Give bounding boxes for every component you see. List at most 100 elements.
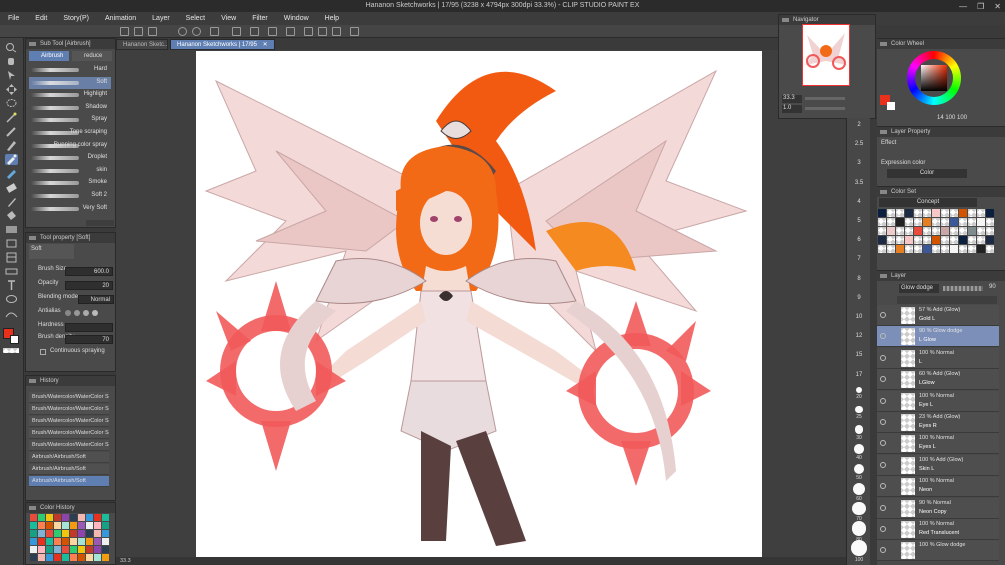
clear-icon[interactable] xyxy=(210,27,219,36)
brush-size-preset[interactable]: 10 xyxy=(847,314,871,320)
color-set-swatch[interactable] xyxy=(950,245,958,253)
eye-icon[interactable] xyxy=(880,461,886,468)
subtool-brush-item[interactable]: Highlight xyxy=(29,89,111,101)
sub-color-swatch[interactable] xyxy=(10,335,19,344)
ruler-tool-icon[interactable] xyxy=(5,266,18,277)
color-history-swatch[interactable] xyxy=(78,554,85,561)
color-history-swatch[interactable] xyxy=(54,538,61,545)
layer-row[interactable]: 100 % Normal L xyxy=(877,347,999,369)
color-set-swatch[interactable] xyxy=(968,209,976,217)
color-history-swatch[interactable] xyxy=(46,522,53,529)
color-set-swatch[interactable] xyxy=(986,227,994,235)
brush-size-preset[interactable]: 7 xyxy=(847,256,871,262)
gradient-tool-icon[interactable] xyxy=(5,224,18,235)
menu-story[interactable]: Story(P) xyxy=(55,15,97,22)
eye-icon[interactable] xyxy=(880,312,886,318)
color-set-swatch[interactable] xyxy=(968,245,976,253)
menu-layer[interactable]: Layer xyxy=(144,15,178,22)
layer-row[interactable]: 90 % Normal Neon Copy xyxy=(877,497,999,519)
brush-size-row[interactable]: Brush Size 600.0 xyxy=(38,266,114,277)
brush-size-dot[interactable] xyxy=(852,502,866,516)
subtool-brush-item[interactable]: Hard xyxy=(29,64,111,76)
snap-special-icon[interactable] xyxy=(332,27,341,36)
color-history-swatch[interactable] xyxy=(102,554,109,561)
color-history-swatch[interactable] xyxy=(102,546,109,553)
history-item[interactable]: Brush/Watercolor/WaterColor Sai xyxy=(29,428,109,439)
balloon-tool-icon[interactable] xyxy=(5,294,18,305)
brush-size-dot[interactable] xyxy=(855,406,863,414)
subtool-brush-item[interactable]: Droplet xyxy=(29,152,111,164)
history-item[interactable]: Brush/Watercolor/WaterColor Sai xyxy=(29,392,109,403)
fill-icon[interactable] xyxy=(232,27,241,36)
brush-size-dot[interactable] xyxy=(853,463,865,475)
subtool-brush-item[interactable]: Soft xyxy=(29,76,111,89)
color-history-swatch[interactable] xyxy=(38,554,45,561)
eye-icon[interactable] xyxy=(880,440,886,447)
color-history-swatch[interactable] xyxy=(86,514,93,521)
color-history-swatch[interactable] xyxy=(46,530,53,537)
layer-row[interactable]: 100 % Add (Glow) Skin L xyxy=(877,454,999,476)
color-history-swatch[interactable] xyxy=(62,538,69,545)
tab-reduce[interactable]: reduce xyxy=(72,51,112,61)
color-wheel-ring[interactable] xyxy=(907,51,961,105)
color-set-swatch[interactable] xyxy=(968,218,976,226)
subtool-brush-item[interactable]: Shadow xyxy=(29,102,111,114)
color-history-swatch[interactable] xyxy=(54,522,61,529)
navigator-angle-slider[interactable] xyxy=(805,107,845,110)
eye-icon[interactable] xyxy=(880,354,886,361)
color-set-swatch[interactable] xyxy=(977,236,985,244)
close-button[interactable]: ✕ xyxy=(994,2,1001,11)
color-history-swatch[interactable] xyxy=(62,522,69,529)
color-set-swatch[interactable] xyxy=(959,236,967,244)
menu-help[interactable]: Help xyxy=(317,15,347,22)
color-history-swatch[interactable] xyxy=(30,554,37,561)
color-history-swatch[interactable] xyxy=(78,514,85,521)
brush-size-preset[interactable]: 15 xyxy=(847,352,871,358)
layer-row[interactable]: 60 % Add (Glow) LGlow xyxy=(877,369,999,391)
tab-airbrush[interactable]: Airbrush xyxy=(29,51,69,61)
transparent-color-swatch[interactable] xyxy=(3,348,19,353)
color-set-swatch[interactable] xyxy=(887,227,895,235)
color-history-swatch[interactable] xyxy=(70,514,77,521)
color-set-swatch[interactable] xyxy=(905,218,913,226)
color-set-swatch[interactable] xyxy=(941,227,949,235)
eye-icon[interactable] xyxy=(880,483,886,490)
brush-size-preset[interactable]: 17 xyxy=(847,372,871,378)
layer-row[interactable]: 100 % Normal Eye L xyxy=(877,390,999,412)
crop-icon[interactable] xyxy=(286,27,295,36)
color-history-swatch[interactable] xyxy=(102,530,109,537)
blend-mode-select[interactable]: Glow dodge xyxy=(899,284,939,293)
color-set-swatch[interactable] xyxy=(941,209,949,217)
fill-tool-icon[interactable] xyxy=(5,210,18,221)
color-set-swatch[interactable] xyxy=(878,227,886,235)
color-history-swatch[interactable] xyxy=(54,514,61,521)
color-set-swatch[interactable] xyxy=(887,209,895,217)
color-history-swatch[interactable] xyxy=(38,514,45,521)
brush-size-dot[interactable] xyxy=(851,540,867,556)
transform-icon[interactable] xyxy=(250,27,259,36)
color-set-swatch[interactable] xyxy=(977,227,985,235)
layer-row[interactable]: 90 % Glow dodge L Glow xyxy=(877,326,999,348)
correct-line-icon[interactable] xyxy=(5,308,18,319)
brush-size-preset[interactable]: 4 xyxy=(847,199,871,205)
color-set-swatch[interactable] xyxy=(941,236,949,244)
frame-tool-icon[interactable] xyxy=(5,252,18,263)
color-history-swatch[interactable] xyxy=(30,530,37,537)
color-history-swatch[interactable] xyxy=(78,530,85,537)
color-history-swatch[interactable] xyxy=(46,546,53,553)
color-history-swatch[interactable] xyxy=(30,546,37,553)
color-set-swatch[interactable] xyxy=(887,218,895,226)
eye-icon[interactable] xyxy=(880,504,886,511)
color-set-swatch[interactable] xyxy=(950,236,958,244)
layer-row[interactable]: 57 % Add (Glow) Gold L xyxy=(877,305,999,326)
subtool-brush-item[interactable]: Smoke xyxy=(29,177,111,189)
menu-select[interactable]: Select xyxy=(178,15,213,22)
color-set-swatch[interactable] xyxy=(923,209,931,217)
color-history-swatch[interactable] xyxy=(62,514,69,521)
color-history-swatch[interactable] xyxy=(54,530,61,537)
expression-color-select[interactable]: Color xyxy=(887,169,967,178)
color-set-swatch[interactable] xyxy=(878,245,886,253)
figure-tool-icon[interactable] xyxy=(5,238,18,249)
color-set-swatch[interactable] xyxy=(896,236,904,244)
color-set-swatch[interactable] xyxy=(977,209,985,217)
